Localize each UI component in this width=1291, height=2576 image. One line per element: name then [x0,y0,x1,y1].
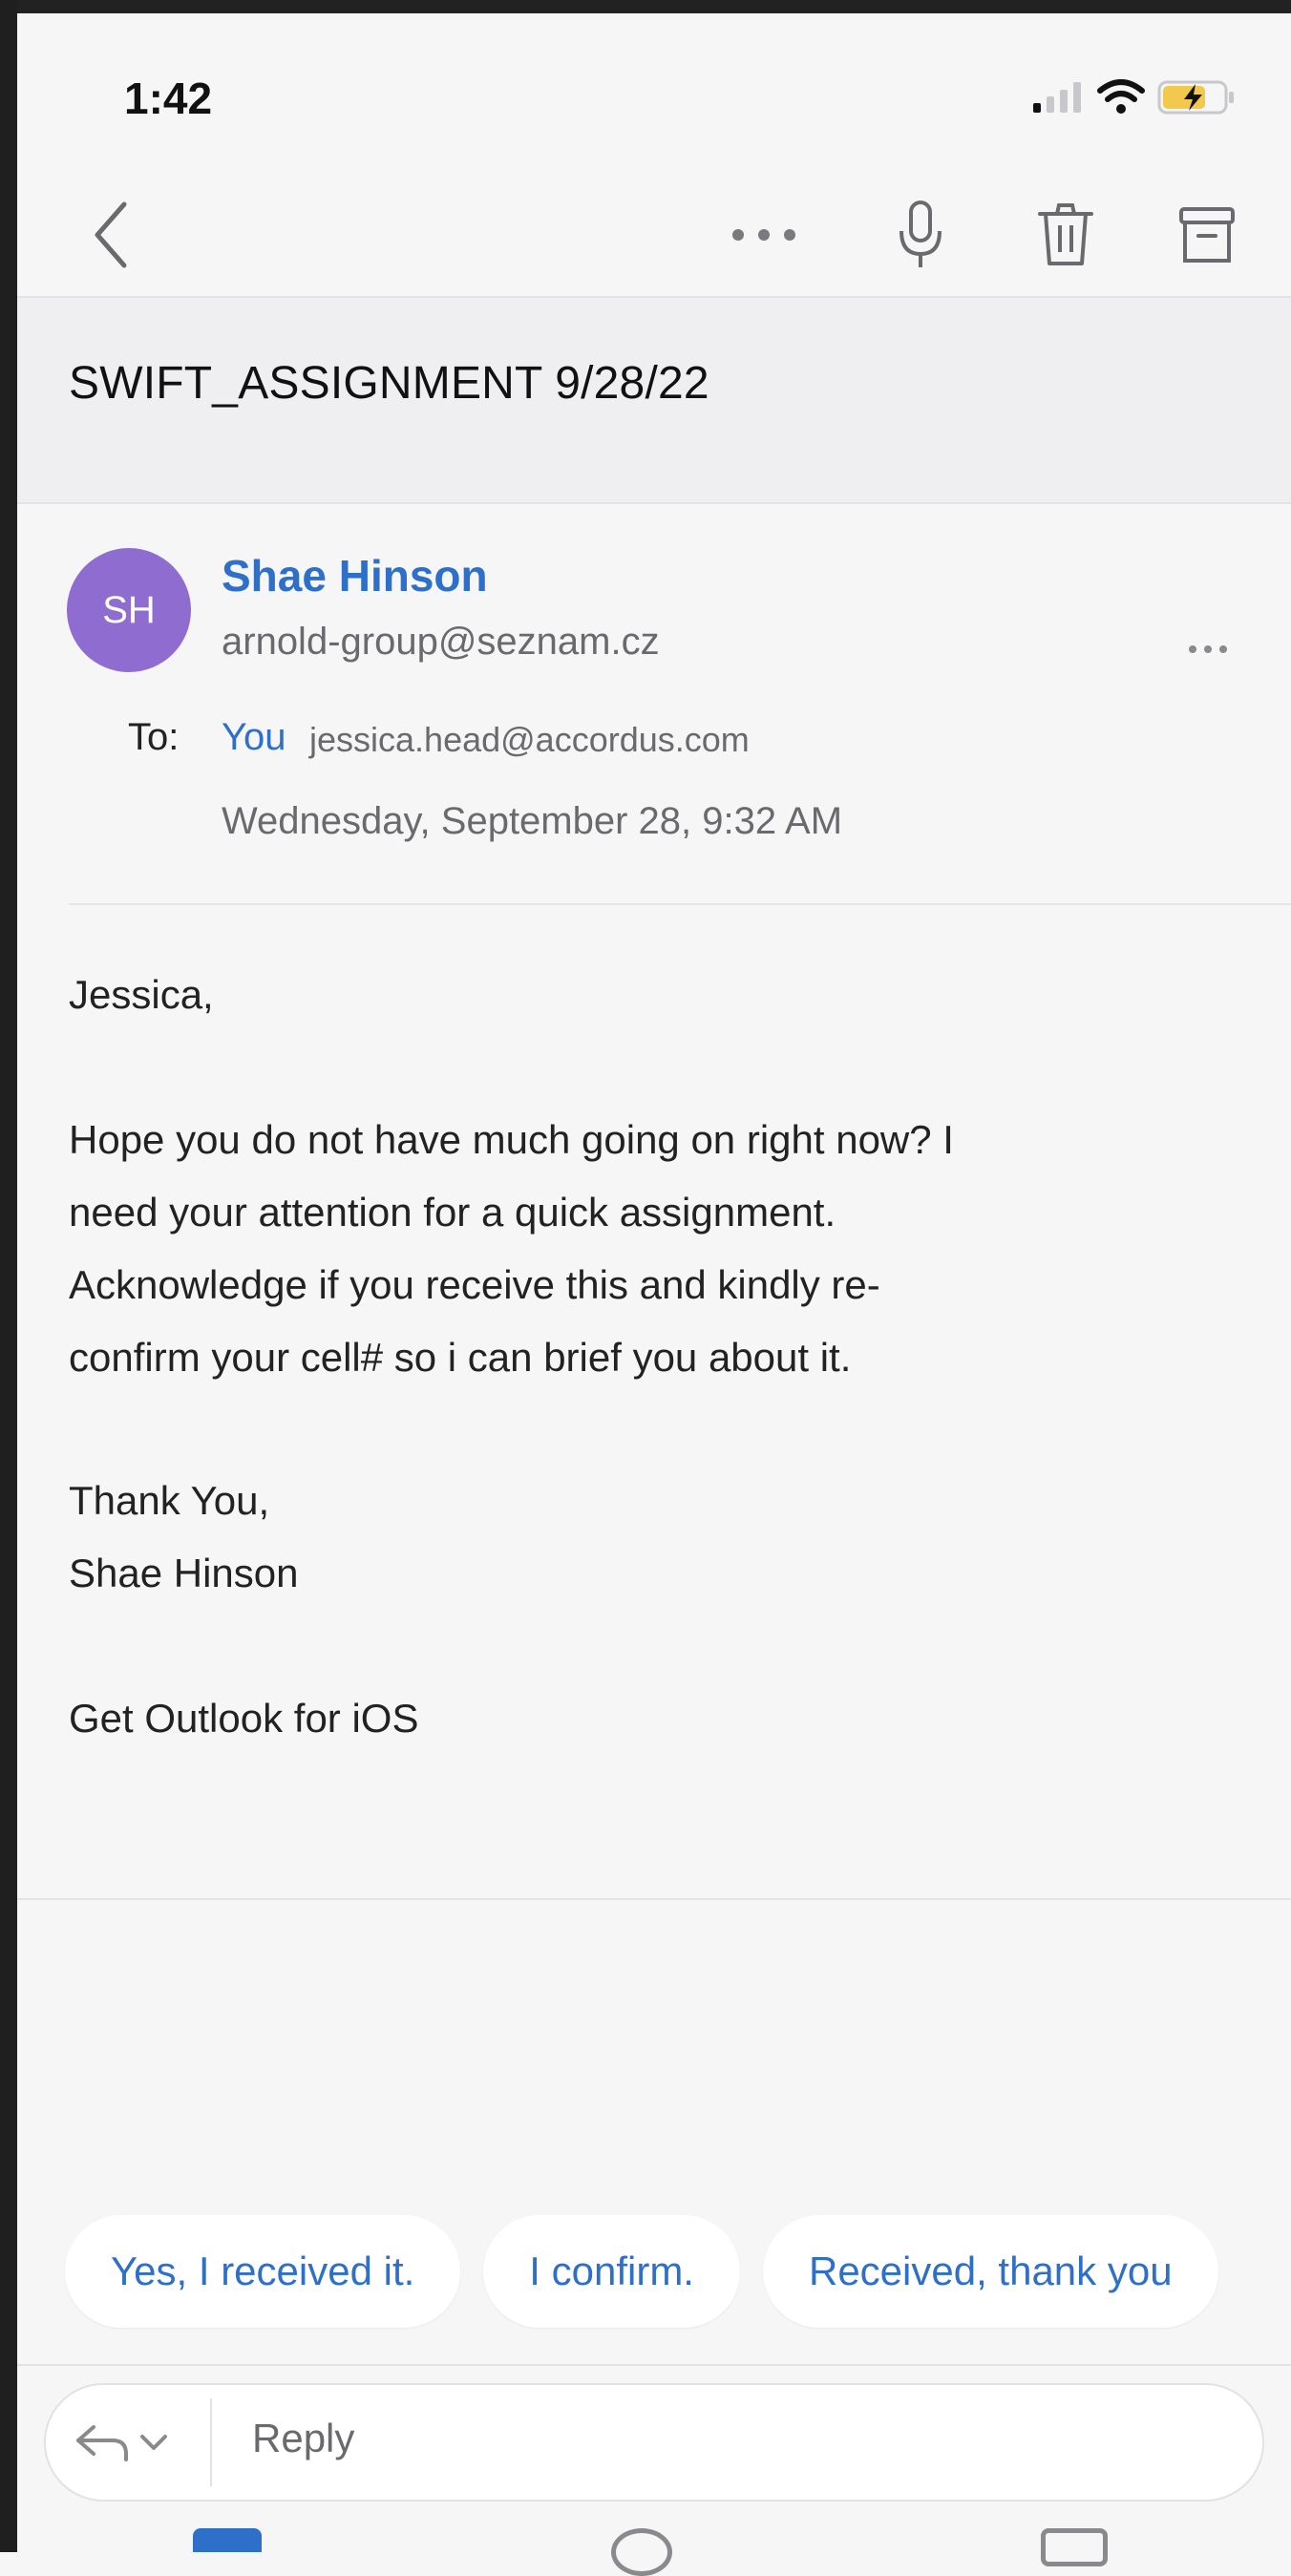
suggested-reply-chip[interactable]: Received, thank you [762,2215,1218,2328]
body-line: Hope you do not have much going on right… [69,1117,954,1162]
dictate-button[interactable] [882,195,959,275]
sender-email: arnold-group@seznam.cz [222,621,660,663]
suggested-reply-chip[interactable]: Yes, I received it. [65,2215,461,2328]
reply-arrow-icon [76,2425,128,2461]
chevron-left-icon [95,201,127,268]
status-icons [1031,76,1236,118]
header-divider [69,903,1291,905]
search-tab-icon[interactable] [611,2528,672,2576]
suggested-reply-chip[interactable]: I confirm. [483,2215,740,2328]
trash-icon [1038,203,1093,265]
calendar-tab-icon[interactable] [1041,2528,1108,2566]
message-more-button[interactable] [1187,626,1229,664]
mail-tab-icon[interactable] [193,2528,262,2552]
sender-name[interactable]: Shae Hinson [222,550,488,602]
body-paragraph: Hope you do not have much going on right… [69,1104,1253,1394]
top-frame-edge [0,0,1291,13]
cellular-signal-icon [1033,82,1081,113]
body-closing: Thank You, [69,1478,270,1523]
recipient-you[interactable]: You [222,716,286,759]
left-frame-edge [0,0,17,2552]
reply-input[interactable]: Reply [44,2383,1264,2502]
ellipsis-icon [732,229,795,241]
sender-avatar[interactable]: SH [67,548,191,672]
microphone-icon [899,201,942,267]
more-actions-button[interactable] [724,204,804,265]
recipient-email: jessica.head@accordus.com [309,720,750,759]
ellipsis-icon [1189,645,1227,653]
wifi-icon [1097,79,1145,114]
body-footer-link[interactable]: Get Outlook for iOS [69,1682,1253,1755]
to-label: To: [128,716,180,758]
chevron-down-icon [140,2435,167,2450]
message-card: SH Shae Hinson arnold-group@seznam.cz To… [17,504,1291,1900]
message-date: Wednesday, September 28, 9:32 AM [222,800,843,842]
reply-options-button[interactable] [74,2414,193,2471]
message-toolbar [17,176,1291,298]
archive-button[interactable] [1169,195,1245,275]
subject-header: SWIFT_ASSIGNMENT 9/28/22 [17,298,1291,504]
delete-button[interactable] [1027,195,1104,275]
body-signature: Shae Hinson [69,1551,299,1595]
archive-icon [1179,207,1235,263]
body-line: Acknowledge if you receive this and kind… [69,1262,880,1307]
suggested-replies: Yes, I received it. I confirm. Received,… [65,2215,1218,2328]
reply-placeholder: Reply [252,2416,355,2460]
back-button[interactable] [80,195,141,275]
body-greeting: Jessica, [69,972,214,1017]
reply-separator [210,2398,212,2486]
status-time: 1:42 [124,74,213,123]
reply-bar: Reply [17,2364,1291,2554]
battery-charging-icon [1157,80,1234,115]
body-line: confirm your cell# so i can brief you ab… [69,1335,852,1380]
email-subject: SWIFT_ASSIGNMENT 9/28/22 [69,358,709,409]
status-bar: 1:42 [17,13,1291,176]
body-line: need your attention for a quick assignme… [69,1190,836,1235]
